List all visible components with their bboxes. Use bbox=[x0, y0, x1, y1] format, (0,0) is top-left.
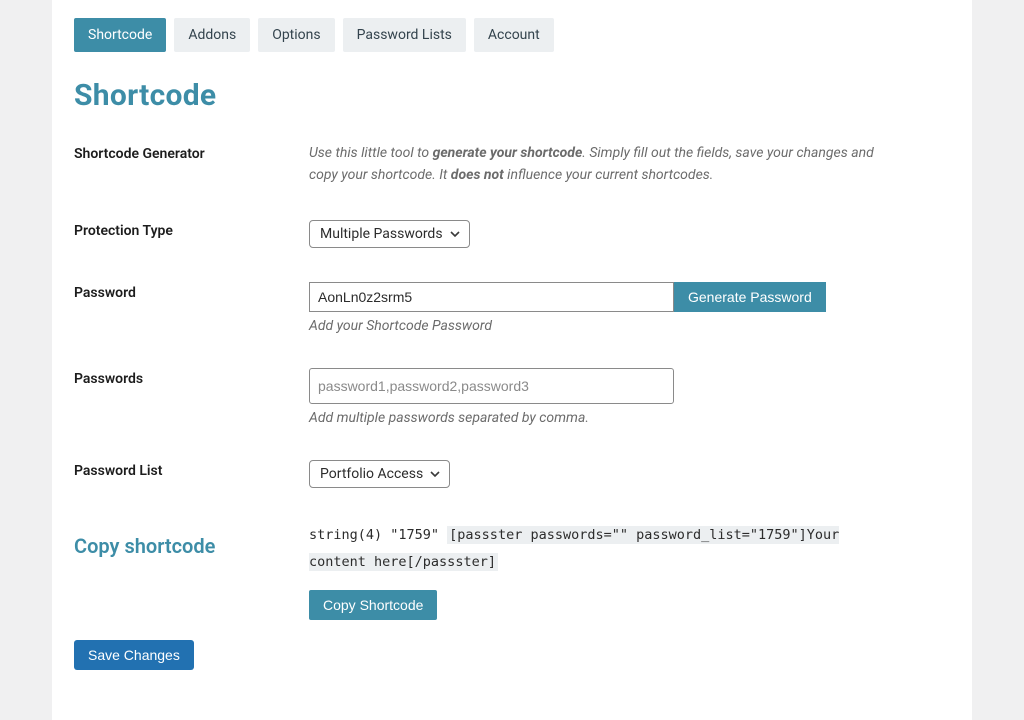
password-list-value: Portfolio Access bbox=[320, 466, 423, 482]
generate-password-button[interactable]: Generate Password bbox=[674, 282, 826, 312]
save-changes-button[interactable]: Save Changes bbox=[74, 640, 194, 670]
generator-help-text: Use this little tool to generate your sh… bbox=[309, 143, 889, 186]
label-password: Password bbox=[74, 282, 309, 301]
tab-account[interactable]: Account bbox=[474, 18, 554, 52]
tab-password-lists[interactable]: Password Lists bbox=[343, 18, 466, 52]
shortcode-output: string(4) "1759" [passster passwords="" … bbox=[309, 522, 859, 576]
tab-options[interactable]: Options bbox=[258, 18, 334, 52]
page-title: Shortcode bbox=[74, 78, 950, 113]
tab-shortcode[interactable]: Shortcode bbox=[74, 18, 166, 52]
password-list-select[interactable]: Portfolio Access bbox=[309, 460, 450, 488]
passwords-desc: Add multiple passwords separated by comm… bbox=[309, 410, 950, 426]
protection-type-select[interactable]: Multiple Passwords bbox=[309, 220, 470, 248]
label-protection-type: Protection Type bbox=[74, 220, 309, 239]
password-input[interactable] bbox=[309, 282, 674, 312]
settings-tabs: Shortcode Addons Options Password Lists … bbox=[74, 18, 950, 52]
protection-type-value: Multiple Passwords bbox=[320, 226, 443, 242]
password-desc: Add your Shortcode Password bbox=[309, 318, 950, 334]
chevron-down-icon bbox=[429, 468, 441, 480]
label-password-list: Password List bbox=[74, 460, 309, 479]
label-passwords: Passwords bbox=[74, 368, 309, 387]
passwords-input[interactable] bbox=[309, 368, 674, 404]
label-copy-shortcode: Copy shortcode bbox=[74, 522, 309, 558]
label-shortcode-generator: Shortcode Generator bbox=[74, 143, 309, 162]
tab-addons[interactable]: Addons bbox=[174, 18, 250, 52]
copy-shortcode-button[interactable]: Copy Shortcode bbox=[309, 590, 437, 620]
chevron-down-icon bbox=[449, 228, 461, 240]
